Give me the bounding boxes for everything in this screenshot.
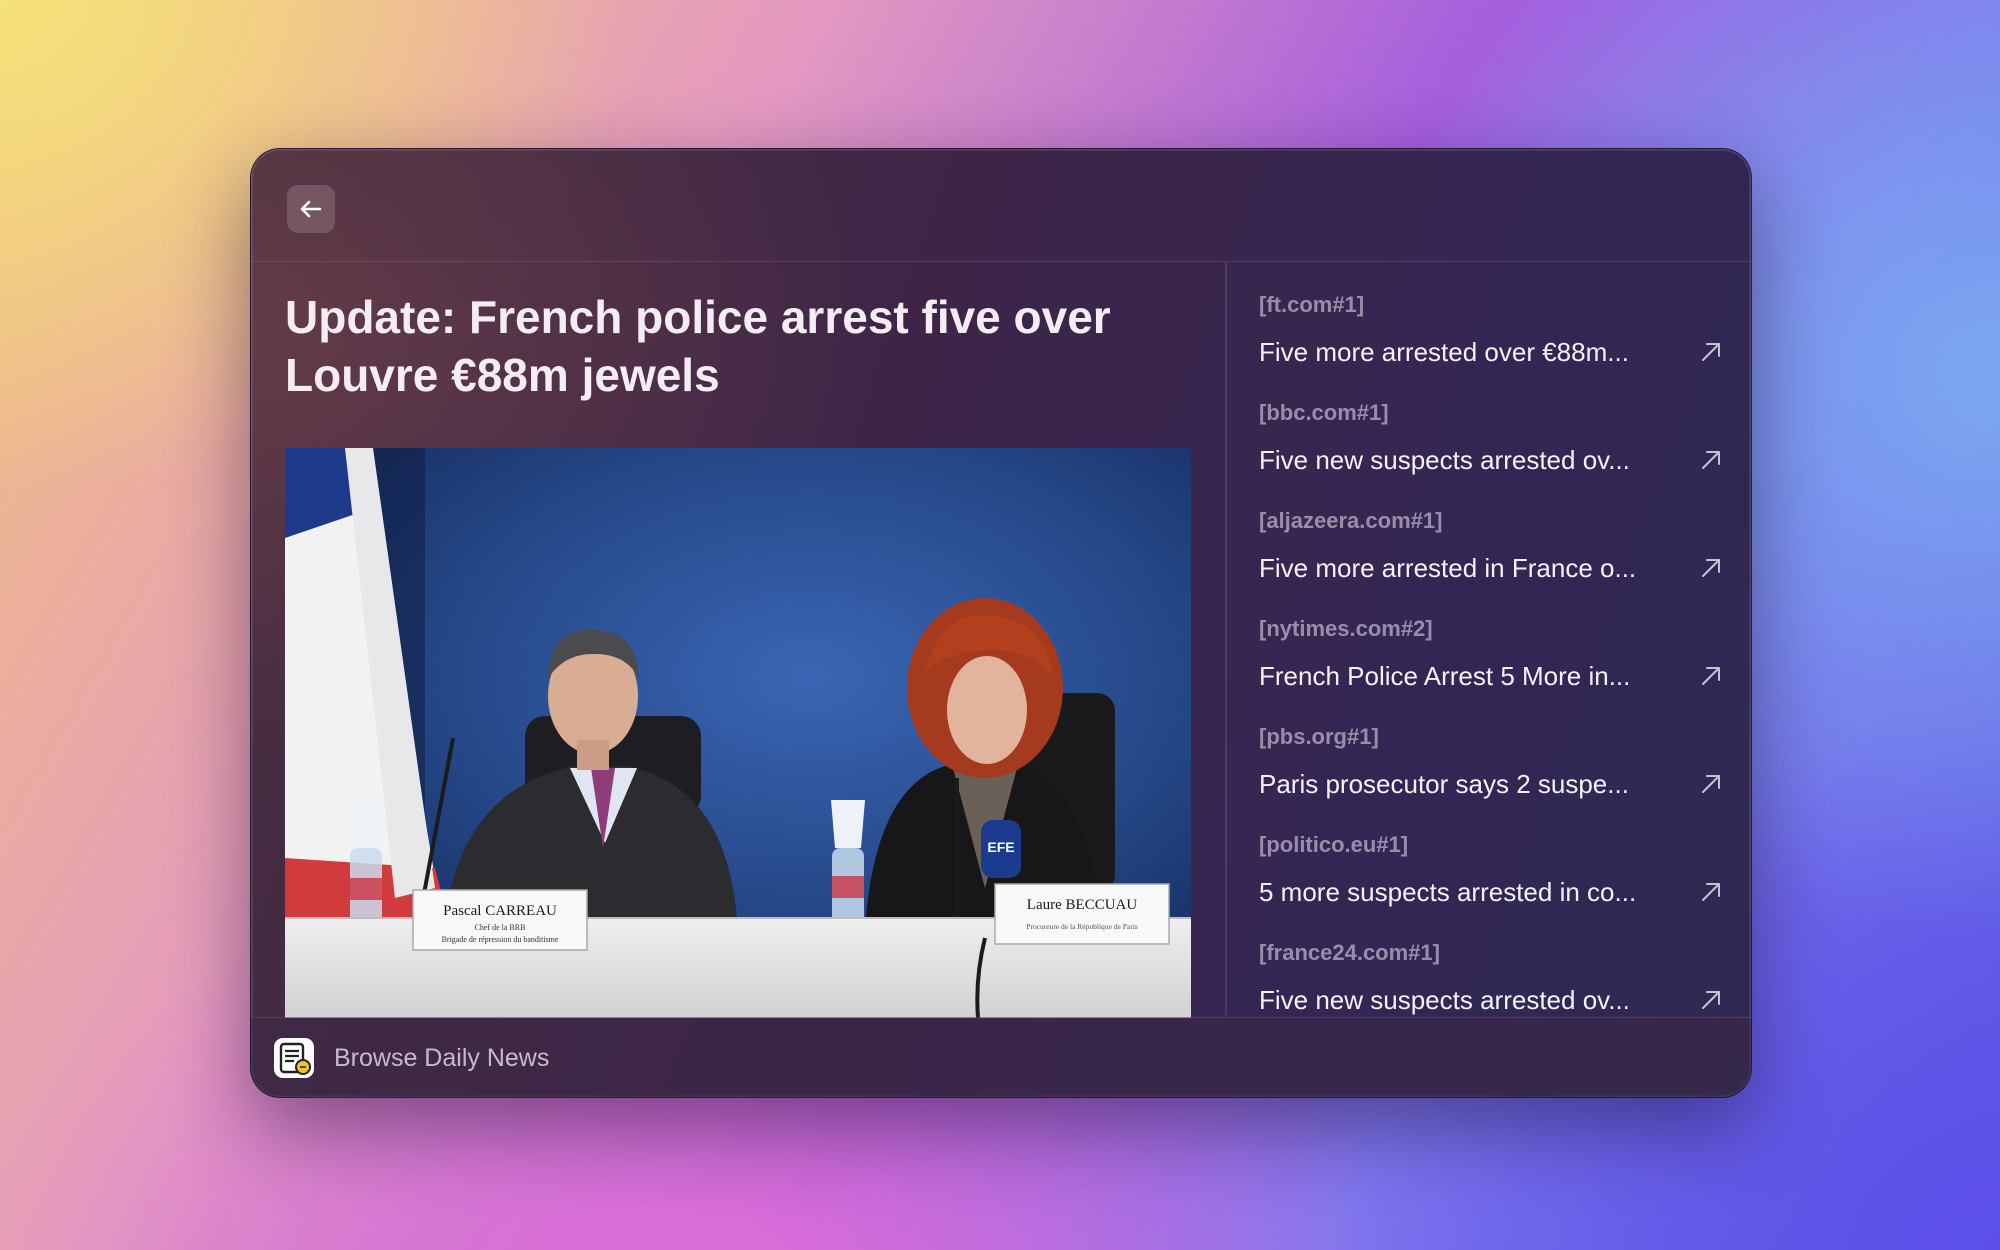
- article-panel: Update: French police arrest five over L…: [251, 262, 1225, 1097]
- mic-brand-label: EFE: [987, 839, 1014, 855]
- article-image: EFE Pascal CARREAU Chef de la BRB Brigad…: [285, 448, 1191, 1018]
- source-tag: [ft.com#1]: [1259, 292, 1365, 317]
- app-window: Update: French police arrest five over L…: [250, 148, 1752, 1098]
- nameplate-right-role: Procureure de la République de Paris: [1026, 922, 1138, 931]
- external-link-arrow-icon[interactable]: [1699, 556, 1723, 580]
- sources-list: [ft.com#1] Five more arrested over €88m.…: [1226, 262, 1751, 1017]
- source-item[interactable]: [ft.com#1] Five more arrested over €88m.…: [1259, 290, 1720, 398]
- nameplate-left-name: Pascal CARREAU: [443, 903, 557, 919]
- source-item[interactable]: [politico.eu#1] 5 more suspects arrested…: [1259, 830, 1720, 938]
- source-tag: [politico.eu#1]: [1259, 832, 1409, 857]
- footer-bar: Browse Daily News: [251, 1017, 1751, 1097]
- source-headline: Five new suspects arrested ov...: [1259, 985, 1630, 1015]
- source-item[interactable]: [nytimes.com#2] French Police Arrest 5 M…: [1259, 614, 1720, 722]
- source-item[interactable]: [aljazeera.com#1] Five more arrested in …: [1259, 506, 1720, 614]
- external-link-arrow-icon[interactable]: [1699, 988, 1723, 1012]
- source-headline: French Police Arrest 5 More in...: [1259, 661, 1631, 691]
- back-button[interactable]: [287, 185, 335, 233]
- source-headline: 5 more suspects arrested in co...: [1259, 877, 1637, 907]
- source-headline: Five new suspects arrested ov...: [1259, 445, 1630, 475]
- source-item[interactable]: [pbs.org#1] Paris prosecutor says 2 susp…: [1259, 722, 1720, 830]
- external-link-arrow-icon[interactable]: [1699, 448, 1723, 472]
- source-headline: Five more arrested over €88m...: [1259, 337, 1629, 367]
- source-tag: [france24.com#1]: [1259, 940, 1440, 965]
- footer-title: Browse Daily News: [334, 1044, 550, 1072]
- source-tag: [aljazeera.com#1]: [1259, 508, 1443, 533]
- nameplate-left-unit: Brigade de répression du banditisme: [442, 935, 559, 944]
- nameplate-right-name: Laure BECCUAU: [1027, 897, 1138, 913]
- source-headline: Five more arrested in France o...: [1259, 553, 1637, 583]
- external-link-arrow-icon[interactable]: [1699, 880, 1723, 904]
- source-item[interactable]: [bbc.com#1] Five new suspects arrested o…: [1259, 398, 1720, 506]
- article-title: Update: French police arrest five over L…: [285, 291, 1111, 401]
- arrow-left-icon: [300, 200, 322, 218]
- newspaper-icon: [274, 1038, 314, 1078]
- source-item[interactable]: [france24.com#1] Five new suspects arres…: [1259, 938, 1720, 1017]
- source-headline: Paris prosecutor says 2 suspe...: [1259, 769, 1629, 799]
- top-bar: [251, 149, 1751, 262]
- external-link-arrow-icon[interactable]: [1699, 340, 1723, 364]
- source-tag: [bbc.com#1]: [1259, 400, 1389, 425]
- external-link-arrow-icon[interactable]: [1699, 664, 1723, 688]
- nameplate-left-role: Chef de la BRB: [475, 923, 526, 932]
- source-tag: [pbs.org#1]: [1259, 724, 1379, 749]
- source-tag: [nytimes.com#2]: [1259, 616, 1433, 641]
- external-link-arrow-icon[interactable]: [1699, 772, 1723, 796]
